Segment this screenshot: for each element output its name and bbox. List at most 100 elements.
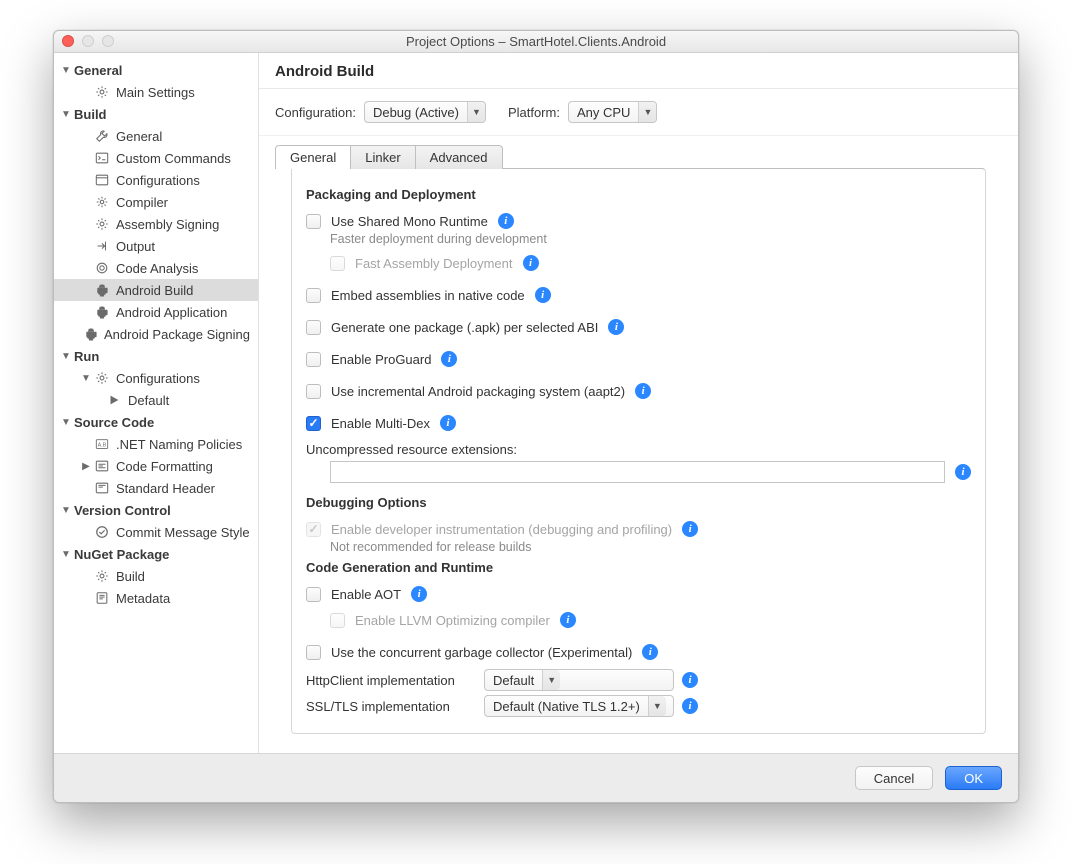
enable_proguard-checkbox[interactable] <box>306 352 321 367</box>
sidebar-item-configurations[interactable]: ▼ Configurations <box>54 367 258 389</box>
disclosure-down-icon[interactable]: ▼ <box>60 505 72 516</box>
sidebar-item-general[interactable]: General <box>54 125 258 147</box>
info-icon[interactable] <box>608 319 624 335</box>
sidebar-item-source-code[interactable]: ▼Source Code <box>54 411 258 433</box>
disclosure-down-icon[interactable]: ▼ <box>60 417 72 428</box>
sidebar-item-label: Code Formatting <box>116 459 213 474</box>
info-icon[interactable] <box>535 287 551 303</box>
sidebar-item-label: Android Package Signing <box>104 327 250 342</box>
info-icon[interactable] <box>560 612 576 628</box>
zoom-window-button[interactable] <box>102 35 114 47</box>
disclosure-down-icon[interactable]: ▼ <box>60 351 72 362</box>
sidebar-item-assembly-signing[interactable]: Assembly Signing <box>54 213 258 235</box>
target-icon <box>94 260 110 276</box>
configuration-dropdown[interactable]: Debug (Active) ▼ <box>364 101 486 123</box>
header-icon <box>94 480 110 496</box>
tab-linker[interactable]: Linker <box>350 145 415 169</box>
play-icon <box>106 392 122 408</box>
sidebar-item-build[interactable]: ▼Build <box>54 103 258 125</box>
info-icon[interactable] <box>642 644 658 660</box>
disclosure-down-icon[interactable]: ▼ <box>80 373 92 384</box>
concurrent_gc-checkbox[interactable] <box>306 645 321 660</box>
sidebar-item-android-build[interactable]: Android Build <box>54 279 258 301</box>
sidebar-item-main-settings[interactable]: Main Settings <box>54 81 258 103</box>
ssltls-dropdown[interactable]: Default (Native TLS 1.2+) ▼ <box>484 695 674 717</box>
nav-sidebar: ▼GeneralMain Settings▼BuildGeneralCustom… <box>54 53 259 753</box>
tabstrip: GeneralLinkerAdvanced <box>275 144 1002 168</box>
sidebar-item-default[interactable]: Default <box>54 389 258 411</box>
svg-text:A.B: A.B <box>98 443 107 449</box>
disclosure-down-icon[interactable]: ▼ <box>60 109 72 120</box>
info-icon[interactable] <box>498 213 514 229</box>
sidebar-item-output[interactable]: Output <box>54 235 258 257</box>
info-icon[interactable] <box>682 672 698 688</box>
llvm-checkbox <box>330 613 345 628</box>
sidebar-item-label: Code Analysis <box>116 261 198 276</box>
sidebar-item-label: Build <box>116 569 145 584</box>
output-icon <box>94 238 110 254</box>
disclosure-down-icon[interactable]: ▼ <box>60 65 72 76</box>
gear-icon <box>94 84 110 100</box>
httpclient-dropdown[interactable]: Default ▼ <box>484 669 674 691</box>
aapt2-checkbox[interactable] <box>306 384 321 399</box>
disclosure-right-icon[interactable]: ▶ <box>80 461 92 472</box>
close-window-button[interactable] <box>62 35 74 47</box>
sidebar-item-label: Standard Header <box>116 481 215 496</box>
tab-advanced[interactable]: Advanced <box>415 145 503 169</box>
tab-general[interactable]: General <box>275 145 351 169</box>
sidebar-item-compiler[interactable]: Compiler <box>54 191 258 213</box>
sidebar-item-label: Configurations <box>116 371 200 386</box>
sidebar-item--net-naming-policies[interactable]: A.B.NET Naming Policies <box>54 433 258 455</box>
embed_native-checkbox[interactable] <box>306 288 321 303</box>
ok-button[interactable]: OK <box>945 766 1002 790</box>
disclosure-down-icon[interactable]: ▼ <box>60 549 72 560</box>
one_apk_per_abi-label: Generate one package (.apk) per selected… <box>331 320 598 335</box>
main-panel: Android Build Configuration: Debug (Acti… <box>259 53 1018 753</box>
sidebar-item-configurations[interactable]: Configurations <box>54 169 258 191</box>
platform-value: Any CPU <box>577 105 630 120</box>
info-icon[interactable] <box>682 698 698 714</box>
multidex-checkbox[interactable] <box>306 416 321 431</box>
page-title: Android Build <box>275 63 1002 80</box>
info-icon[interactable] <box>682 521 698 537</box>
wrench-icon <box>94 128 110 144</box>
sidebar-item-label: Build <box>74 107 107 122</box>
meta-icon <box>94 590 110 606</box>
gear-icon <box>94 370 110 386</box>
sidebar-item-custom-commands[interactable]: Custom Commands <box>54 147 258 169</box>
use_shared_mono-checkbox[interactable] <box>306 214 321 229</box>
info-icon[interactable] <box>635 383 651 399</box>
info-icon[interactable] <box>440 415 456 431</box>
httpclient-value: Default <box>493 673 534 688</box>
cog-icon <box>94 194 110 210</box>
sidebar-item-label: Run <box>74 349 99 364</box>
platform-dropdown[interactable]: Any CPU ▼ <box>568 101 657 123</box>
sidebar-item-android-application[interactable]: Android Application <box>54 301 258 323</box>
sidebar-item-code-formatting[interactable]: ▶ Code Formatting <box>54 455 258 477</box>
android-icon <box>84 326 98 342</box>
sidebar-item-label: Commit Message Style <box>116 525 250 540</box>
sidebar-item-run[interactable]: ▼Run <box>54 345 258 367</box>
format-icon <box>94 458 110 474</box>
sidebar-item-build[interactable]: Build <box>54 565 258 587</box>
sidebar-item-nuget-package[interactable]: ▼NuGet Package <box>54 543 258 565</box>
uncompressed-extensions-input[interactable] <box>330 461 945 483</box>
window-title: Project Options – SmartHotel.Clients.And… <box>406 34 666 49</box>
one_apk_per_abi-checkbox[interactable] <box>306 320 321 335</box>
sidebar-item-standard-header[interactable]: Standard Header <box>54 477 258 499</box>
platform-label: Platform: <box>508 105 560 120</box>
sidebar-item-version-control[interactable]: ▼Version Control <box>54 499 258 521</box>
cancel-button[interactable]: Cancel <box>855 766 933 790</box>
section-codegen-title: Code Generation and Runtime <box>306 560 971 575</box>
aot-checkbox[interactable] <box>306 587 321 602</box>
sidebar-item-android-package-signing[interactable]: Android Package Signing <box>54 323 258 345</box>
sidebar-item-metadata[interactable]: Metadata <box>54 587 258 609</box>
info-icon[interactable] <box>441 351 457 367</box>
minimize-window-button[interactable] <box>82 35 94 47</box>
info-icon[interactable] <box>411 586 427 602</box>
info-icon[interactable] <box>523 255 539 271</box>
sidebar-item-general[interactable]: ▼General <box>54 59 258 81</box>
sidebar-item-code-analysis[interactable]: Code Analysis <box>54 257 258 279</box>
sidebar-item-commit-message-style[interactable]: Commit Message Style <box>54 521 258 543</box>
info-icon[interactable] <box>955 464 971 480</box>
